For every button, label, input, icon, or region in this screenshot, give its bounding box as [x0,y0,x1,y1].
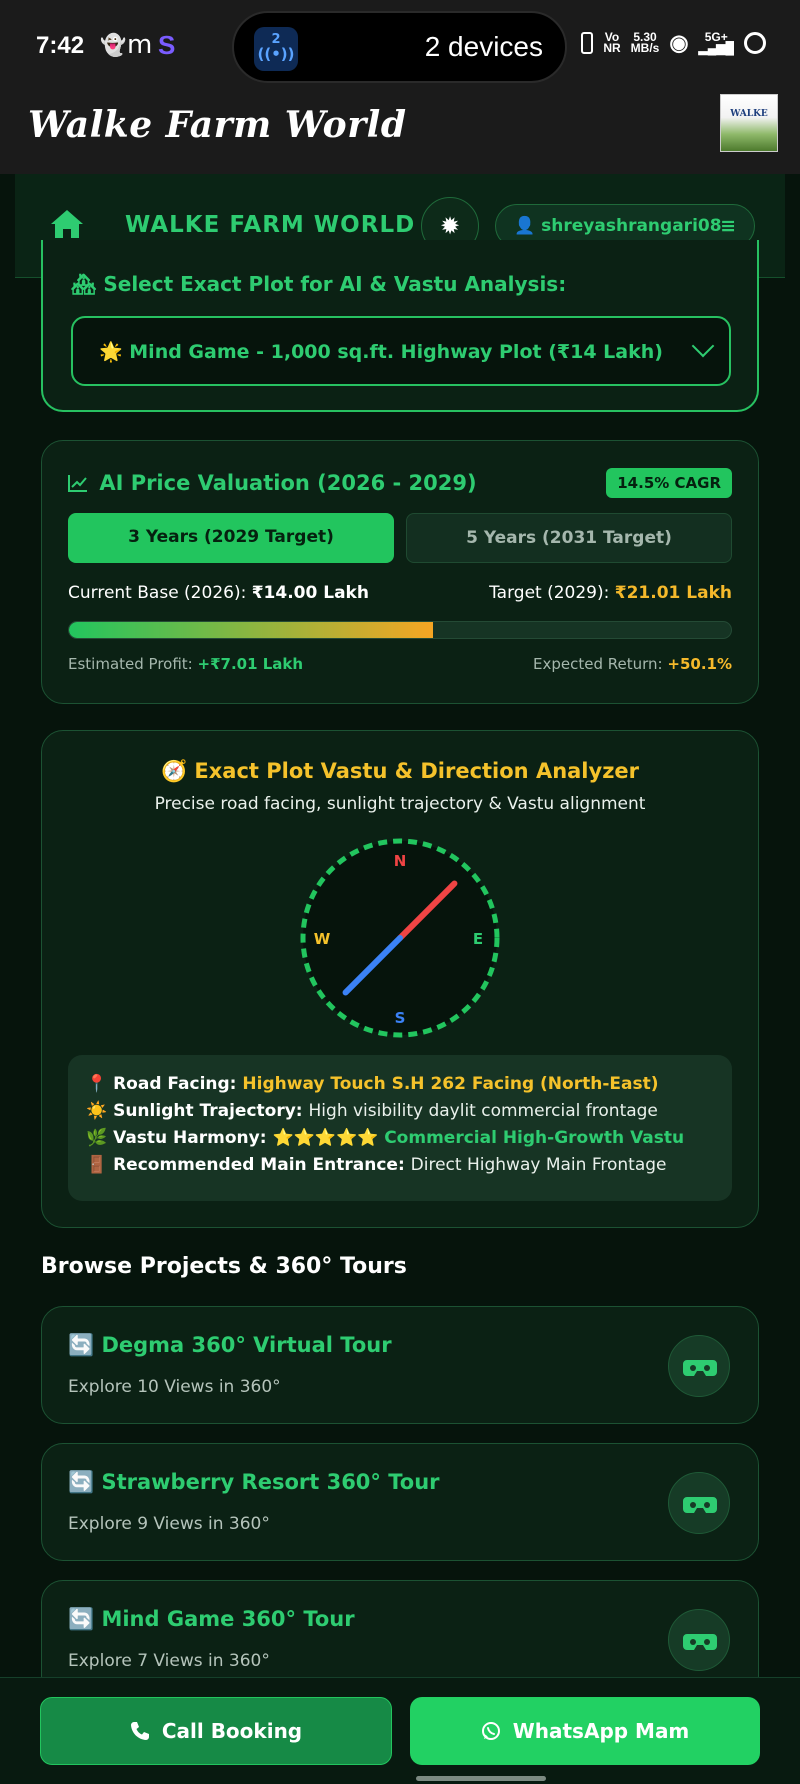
phone-icon [130,1722,149,1740]
vastu-title: 🧭 Exact Plot Vastu & Direction Analyzer [160,759,640,783]
target-value: Target (2029): ₹21.01 Lakh [489,583,732,603]
status-time: 7:42 [36,32,85,59]
tour-subtitle: Explore 9 Views in 360° [68,1514,270,1534]
browse-heading: Browse Projects & 360° Tours [41,1254,407,1279]
username: shreyashrangari08 [541,216,722,236]
sun-icon: ✹ [439,212,461,240]
status-icons: Vo NR 5.30 MB/s ◉ 5G+ ▂▄▆█ [581,30,766,56]
vastu-harmony: 🌿 Vastu Harmony: ⭐⭐⭐⭐⭐ Commercial High-G… [86,1128,685,1148]
plot-select-label: 🏘 Select Exact Plot for AI & Vastu Analy… [71,272,567,296]
valuation-progress-fill [69,622,434,638]
price-valuation-card: AI Price Valuation (2026 - 2029) 14.5% C… [41,440,759,704]
vr-tour-button[interactable] [668,1609,730,1671]
chevron-down-icon [691,334,715,358]
vr-headset-icon [683,1634,717,1650]
signal-icon: 5G+ ▂▄▆█ [698,30,734,55]
gmail-icon: m [127,30,153,60]
compass-south: S [395,1009,406,1027]
tour-card-strawberry[interactable]: 🔄 Strawberry Resort 360° Tour Explore 9 … [41,1443,759,1561]
volte-indicator: Vo NR [603,30,621,55]
dynamic-island[interactable]: 2 ((•)) 2 devices [232,11,567,83]
call-booking-button[interactable]: Call Booking [40,1697,392,1765]
bottom-action-bar: Call Booking WhatsApp Mam [0,1677,800,1784]
broadcast-icon: 2 ((•)) [254,27,298,71]
app-title: Walke Farm World [28,104,407,146]
whatsapp-button[interactable]: WhatsApp Mam [410,1697,760,1765]
vastu-details: 📍 Road Facing: Highway Touch S.H 262 Fac… [68,1055,732,1201]
site-brand[interactable]: WALKE FARM WORLD [125,212,415,238]
vastu-subtitle: Precise road facing, sunlight trajectory… [154,794,646,814]
expected-return: Expected Return: +50.1% [533,655,732,673]
snapchat-icon: 👻 [100,33,127,57]
vr-headset-icon [683,1497,717,1513]
tab-3-years[interactable]: 3 Years (2029 Target) [68,513,394,563]
hotspot-icon: ◉ [669,30,689,55]
whatsapp-icon [481,1722,500,1740]
tour-card-degma[interactable]: 🔄 Degma 360° Virtual Tour Explore 10 Vie… [41,1306,759,1424]
vastu-analyzer-card: 🧭 Exact Plot Vastu & Direction Analyzer … [41,730,759,1228]
compass-west: W [314,930,331,948]
star-rating: ⭐⭐⭐⭐⭐ [272,1128,379,1148]
home-icon[interactable] [49,208,85,240]
tour-subtitle: Explore 7 Views in 360° [68,1651,270,1671]
vibrate-icon [581,32,594,54]
battery-icon [744,32,766,54]
hamburger-icon: ≡ [720,215,736,237]
road-facing: 📍 Road Facing: Highway Touch S.H 262 Fac… [86,1074,659,1094]
chart-line-icon [68,475,87,492]
plot-select-dropdown[interactable]: 🌟 Mind Game - 1,000 sq.ft. Highway Plot … [71,316,731,386]
vr-headset-icon [683,1360,717,1376]
estimated-profit: Estimated Profit: +₹7.01 Lakh [68,655,304,673]
home-indicator [416,1776,546,1781]
valuation-title: AI Price Valuation (2026 - 2029) [68,471,477,495]
app-s-icon: S [158,30,176,60]
cagr-badge: 14.5% CAGR [606,468,732,498]
app-bar: Walke Farm World WALKE [0,92,800,174]
vr-tour-button[interactable] [668,1472,730,1534]
tour-subtitle: Explore 10 Views in 360° [68,1377,281,1397]
recommended-entrance: 🚪 Recommended Main Entrance: Direct High… [86,1155,667,1175]
tour-title: 🔄 Mind Game 360° Tour [68,1607,355,1631]
compass-east: E [473,930,483,948]
user-icon: 👤 [514,216,536,236]
compass: N S E W [300,838,500,1038]
plot-select-value: 🌟 Mind Game - 1,000 sq.ft. Highway Plot … [99,341,663,363]
tour-title: 🔄 Degma 360° Virtual Tour [68,1333,392,1357]
current-base: Current Base (2026): ₹14.00 Lakh [68,583,369,603]
plot-select-card: 🏘 Select Exact Plot for AI & Vastu Analy… [41,240,759,412]
vr-tour-button[interactable] [668,1335,730,1397]
app-logo-thumbnail[interactable]: WALKE [720,94,778,152]
devices-count: 2 devices [424,31,543,62]
network-speed: 5.30 MB/s [630,30,660,55]
compass-north: N [394,852,407,870]
valuation-progress-bar [68,621,732,639]
tour-title: 🔄 Strawberry Resort 360° Tour [68,1470,440,1494]
sunlight-trajectory: ☀️ Sunlight Trajectory: High visibility … [86,1101,658,1121]
status-bar: 7:42 👻 m S 2 ((•)) 2 devices Vo NR 5.30 MB… [0,0,800,92]
tab-5-years[interactable]: 5 Years (2031 Target) [406,513,732,563]
